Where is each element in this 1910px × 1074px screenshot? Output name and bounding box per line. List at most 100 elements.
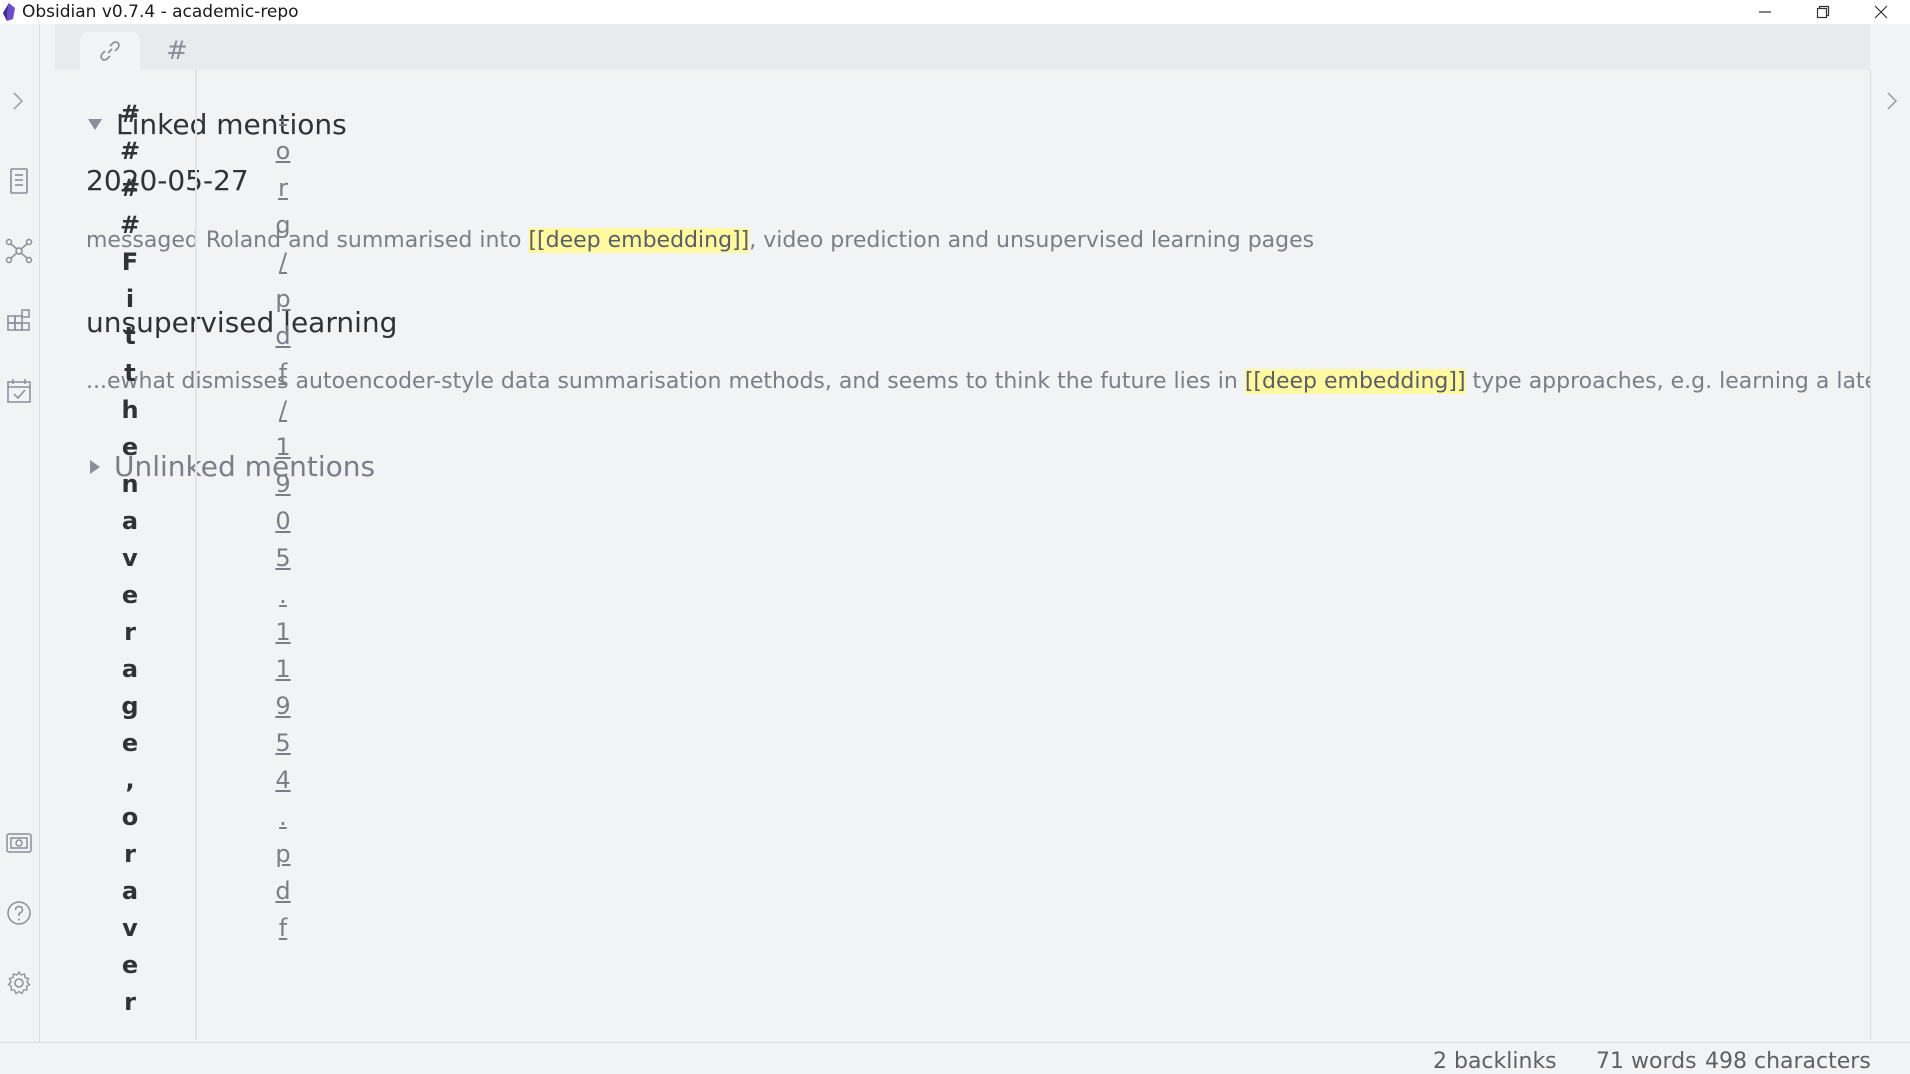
expand-left-sidebar-button[interactable] [6,86,30,116]
overflow-link-char: o [275,137,291,165]
close-icon [1874,5,1888,19]
snippet-text: type approaches, e.g. learning a late [1465,369,1870,394]
overflow-char: , [125,766,135,794]
overflow-char: a [121,655,139,683]
result-snippet[interactable]: ...ewhat dismisses autoencoder-style dat… [86,369,1870,394]
highlighted-link[interactable]: [[deep embedding]] [1244,369,1466,394]
overflow-link-char: 9 [275,692,291,720]
overflow-link-char: . [279,100,287,128]
title-bar: Obsidian v0.7.4 - academic-repo [0,0,1910,24]
settings-button[interactable] [4,968,34,998]
tab-tags[interactable]: # [147,32,207,70]
overflow-char: v [122,544,138,572]
overflow-char: e [121,951,139,979]
highlighted-link[interactable]: [[deep embedding]] [528,228,750,253]
help-button[interactable] [4,898,34,928]
column-divider [195,70,197,1040]
pane-header: # [55,24,1870,70]
overflow-link-char: r [278,174,288,202]
restore-button[interactable] [1794,0,1852,24]
overflow-link-char: f [278,914,288,942]
expand-triangle-icon [90,459,100,474]
overflow-char: r [124,618,136,646]
word-count: 71 words [1596,1049,1697,1074]
status-bar: 2 backlinks 71 words 498 characters [0,1042,1910,1074]
daily-note-button[interactable] [4,376,34,406]
result-snippet[interactable]: messaged Roland and summarised into [[de… [86,228,1314,253]
minimize-icon [1759,11,1771,13]
overflow-char: # [120,174,141,202]
right-ribbon [1870,70,1910,1040]
overflow-char: o [121,803,139,831]
overflow-char: F [121,248,139,276]
minimize-button[interactable] [1736,0,1794,24]
overflow-link-char: f [278,359,288,387]
expand-right-sidebar-button[interactable] [1880,86,1904,116]
overflow-char: # [120,100,141,128]
link-icon [100,41,120,61]
overflow-char: n [121,470,139,498]
overflow-char: t [124,359,136,387]
overflow-char: t [124,322,136,350]
gear-icon [7,970,31,995]
overflow-link-char: 1 [275,655,291,683]
overflow-link-column[interactable]: . o r g / p d f/1 9 0 5. 1 1 9 5 4. p d f [272,96,294,947]
vault-icon [6,833,32,853]
overflow-link-char: / [278,248,288,276]
unlinked-mentions-label: Unlinked mentions [114,450,376,483]
overflow-link-char: 5 [275,729,291,757]
left-ribbon [0,24,40,1042]
overflow-char: e [121,433,139,461]
overflow-link-char: p [275,285,291,313]
overflow-link-char: g [275,211,291,239]
obsidian-logo-icon [3,3,15,21]
result-title[interactable]: 2020-05-27 [86,164,249,197]
overflow-char: # [120,211,141,239]
overflow-text-column: # # # # Fi t t h e n a v e r a g e, o r a v e r [120,96,140,1021]
tag-icon: # [166,36,188,66]
backlinks-count[interactable]: 2 backlinks [1433,1049,1557,1074]
character-count: 498 characters [1705,1049,1871,1074]
overflow-link-char: p [275,840,291,868]
window-controls [1736,0,1910,24]
graph-icon [5,238,33,264]
overflow-link-char: 9 [275,470,291,498]
overflow-char: g [121,692,139,720]
overflow-link-char: 4 [275,766,291,794]
overflow-char: a [121,507,139,535]
overflow-char: v [122,914,138,942]
collapse-triangle-icon [88,119,102,130]
file-explorer-button[interactable] [4,166,34,196]
overflow-link-char: d [275,877,291,905]
graph-view-button[interactable] [4,236,34,266]
overflow-link-char: 1 [275,433,291,461]
backlinks-pane: Linked mentions 2020-05-27 messaged Rola… [48,70,1870,1040]
overflow-char: r [124,840,136,868]
overflow-link-char: . [279,581,287,609]
overflow-link-char: 0 [275,507,291,535]
overflow-char: e [121,729,139,757]
window-title: Obsidian v0.7.4 - academic-repo [22,2,299,22]
overflow-char: e [121,581,139,609]
overflow-char: h [121,396,139,424]
linked-mentions-label: Linked mentions [116,108,347,141]
overflow-char: i [125,285,135,313]
overflow-link-char: . [279,803,287,831]
close-window-button[interactable] [1852,0,1910,24]
overflow-link-char: d [275,322,291,350]
tab-backlinks[interactable] [80,32,140,70]
overflow-link-char: 1 [275,618,291,646]
calendar-check-icon [7,379,31,403]
snippet-text: messaged Roland and summarised into [86,228,529,253]
help-icon [7,901,31,925]
overflow-char: # [120,137,141,165]
overflow-link-char: / [278,396,288,424]
grid-view-button[interactable] [4,306,34,336]
open-vault-button[interactable] [4,828,34,858]
snippet-text: ...ewhat dismisses autoencoder-style dat… [86,369,1245,394]
overflow-link-char: 5 [275,544,291,572]
overflow-char: a [121,877,139,905]
overflow-char: r [124,988,136,1016]
chevron-right-icon [13,92,24,110]
file-explorer-icon [10,168,28,194]
